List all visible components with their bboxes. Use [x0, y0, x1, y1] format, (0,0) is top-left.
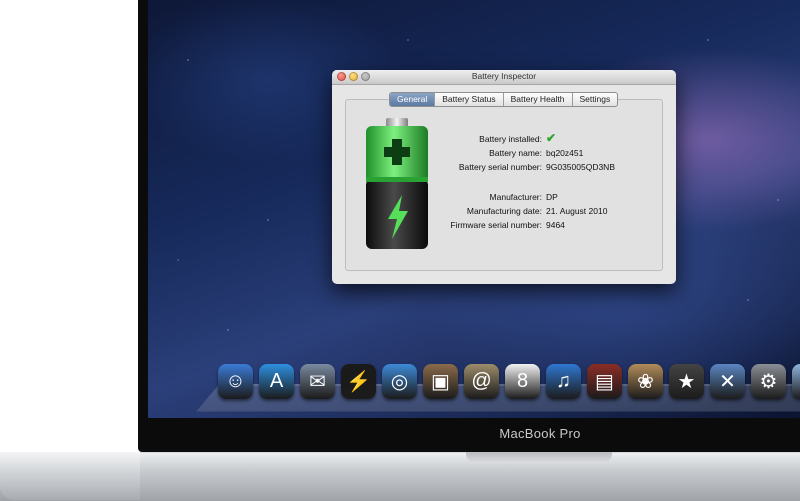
- battery-inspector-window: Battery Inspector General Battery Status…: [332, 70, 676, 284]
- battery-inspector-icon[interactable]: ⚡: [341, 364, 376, 399]
- tab-settings[interactable]: Settings: [573, 93, 618, 106]
- dock-shelf: [196, 384, 800, 412]
- imovie-icon[interactable]: ★: [669, 364, 704, 399]
- mail-icon[interactable]: ✉: [300, 364, 335, 399]
- battery-icon: [366, 118, 428, 249]
- window-title: Battery Inspector: [471, 71, 537, 81]
- itunes-icon[interactable]: ♫: [546, 364, 581, 399]
- tab-bar: General Battery Status Battery Health Se…: [389, 92, 619, 107]
- battery-name-value: bq20z451: [546, 148, 584, 158]
- photo-booth-icon[interactable]: ▣: [423, 364, 458, 399]
- tab-battery-health[interactable]: Battery Health: [504, 93, 573, 106]
- ical-icon[interactable]: 8: [505, 364, 540, 399]
- address-book-icon[interactable]: @: [464, 364, 499, 399]
- checkmark-icon: ✔: [546, 131, 557, 145]
- iphoto-icon[interactable]: ❀: [628, 364, 663, 399]
- laptop-opening-notch: [466, 452, 612, 462]
- device-brand-label: MacBook Pro: [499, 426, 581, 441]
- system-preferences-icon[interactable]: ⚙: [751, 364, 786, 399]
- tab-battery-status[interactable]: Battery Status: [435, 93, 504, 106]
- field-battery-name: Battery name: bq20z451: [442, 146, 672, 160]
- xcode-icon[interactable]: ✕: [710, 364, 745, 399]
- field-manufacturing-date: Manufacturing date: 21. August 2010: [442, 204, 672, 218]
- safari-icon[interactable]: ◎: [382, 364, 417, 399]
- firmware-serial-label: Firmware serial number:: [450, 220, 542, 230]
- laptop-base-corner: [0, 452, 140, 500]
- field-battery-installed: Battery installed: ✔: [442, 132, 672, 146]
- photo-book-icon[interactable]: ▤: [587, 364, 622, 399]
- battery-installed-label: Battery installed:: [479, 134, 542, 144]
- battery-serial-value: 9G035005QD3NB: [546, 162, 615, 172]
- tab-general[interactable]: General: [390, 93, 436, 106]
- manufacturer-value: DP: [546, 192, 558, 202]
- applications-folder-icon[interactable]: ▭: [792, 364, 800, 399]
- field-firmware-serial: Firmware serial number: 9464: [442, 218, 672, 232]
- field-battery-serial: Battery serial number: 9G035005QD3NB: [442, 160, 672, 174]
- dock: ☺A✉⚡◎▣@8♫▤❀★✕⚙▭: [218, 364, 800, 404]
- battery-info-fields: Battery installed: ✔ Battery name: bq20z…: [442, 132, 672, 232]
- field-manufacturer: Manufacturer: DP: [442, 190, 672, 204]
- manufacturing-date-label: Manufacturing date:: [466, 206, 542, 216]
- firmware-serial-value: 9464: [546, 220, 565, 230]
- finder-icon[interactable]: ☺: [218, 364, 253, 399]
- window-titlebar[interactable]: Battery Inspector: [332, 70, 676, 85]
- manufacturer-label: Manufacturer:: [489, 192, 542, 202]
- app-store-icon[interactable]: A: [259, 364, 294, 399]
- battery-name-label: Battery name:: [489, 148, 542, 158]
- manufacturing-date-value: 21. August 2010: [546, 206, 608, 216]
- battery-serial-label: Battery serial number:: [458, 162, 542, 172]
